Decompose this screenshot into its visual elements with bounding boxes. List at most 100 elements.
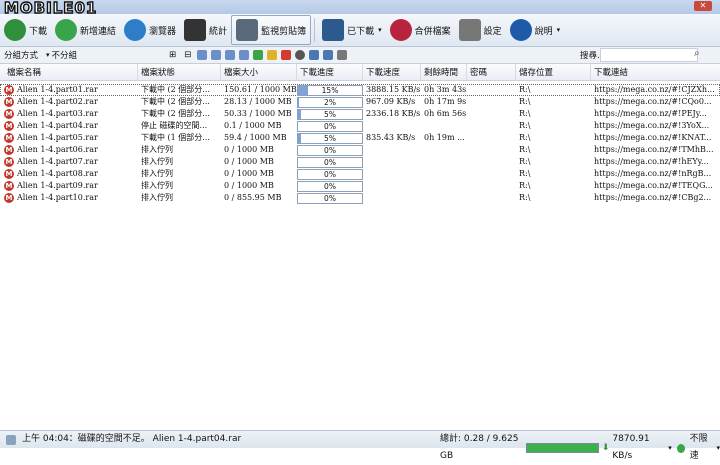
collapse-all-icon[interactable]: ⊟ [184,50,191,60]
column-header[interactable]: 下載連結 [594,67,718,79]
cell-password [470,168,516,180]
progress-text: 0% [324,158,336,167]
search-icon[interactable]: ⌕ [694,48,700,59]
cell-password [470,180,516,192]
table-header: 檔案名稱 檔案狀態 檔案大小 下載進度 下載速度 剩餘時間 密碼 儲存位置 下載連結 [0,64,720,81]
column-divider[interactable] [420,64,421,80]
table-row[interactable]: M Alien 1-4.part10.rar 排入佇列 0 / 855.95 MB 0%… [0,192,720,204]
cell-remaining [424,192,468,204]
expand-all-icon[interactable]: ⊞ [169,50,176,60]
table-row[interactable]: M Alien 1-4.part04.rar 停止 磁碟的空間... 0.1 / 10… [0,120,720,132]
speed-dropdown-icon[interactable]: ▾ [668,440,672,457]
cell-status: 排入佇列 [141,181,173,190]
progress-text: 5% [324,110,336,119]
column-divider[interactable] [590,64,591,80]
table-row[interactable]: M Alien 1-4.part09.rar 排入佇列 0 / 1000 MB 0% R:… [0,180,720,192]
table-row[interactable]: M Alien 1-4.part05.rar 下載中 (1 個部分... 59.4 /… [0,132,720,144]
table-row[interactable]: M Alien 1-4.part01.rar 下載中 (2 個部分... 150.61… [0,84,720,96]
move-up-icon[interactable] [211,50,222,60]
status-bar: 上午 04:04：磁碟的空間不足。 Alien 1-4.part04.rar 總… [0,430,720,461]
cell-password [470,192,516,204]
progress-bar: 0% [297,181,363,192]
clear-icon[interactable] [337,50,348,60]
title-bar: MOBILE01 ✕ [0,0,720,18]
cell-link: https://mega.co.nz/#!CBg2... [594,193,712,202]
table-row[interactable]: M Alien 1-4.part02.rar 下載中 (2 個部分... 28.13 … [0,96,720,108]
toolbar-button-8[interactable]: 設定 [455,16,506,44]
column-header[interactable]: 檔案狀態 [141,67,221,79]
refresh-icon[interactable] [323,50,334,60]
cell-link: https://mega.co.nz/#!KNAT... [594,133,712,142]
toolbar-button-6[interactable]: 已下載 ▾ [318,16,386,44]
dropdown-caret-icon[interactable]: ▾ [557,26,561,34]
mega-file-icon: M [4,85,14,95]
column-header[interactable]: 檔案大小 [224,67,298,79]
limit-dropdown-icon[interactable]: ▾ [716,440,720,457]
toolbar-button-1[interactable]: 下載 [0,16,51,44]
log-icon[interactable] [6,434,16,445]
column-divider[interactable] [220,64,221,80]
cell-name: Alien 1-4.part10.rar [17,193,98,202]
move-down-icon[interactable] [225,50,236,60]
cell-location: R:\ [519,157,531,166]
table-row[interactable]: M Alien 1-4.part03.rar 下載中 (2 個部分... 50.33 … [0,108,720,120]
group-by-dropdown-icon[interactable]: ▾ [46,51,50,59]
column-header[interactable]: 下載進度 [300,67,362,79]
column-header[interactable]: 下載速度 [366,67,422,79]
cell-password [470,108,516,120]
toolbar-button-5[interactable]: 監視剪貼簿 [231,15,312,45]
toolbar-button-7[interactable]: 合併檔案 [386,16,455,44]
cell-remaining: 0h 17m 9s [424,97,467,106]
cell-size: 28.13 / 1000 MB [224,97,292,106]
progress-text: 0% [324,146,336,155]
column-divider[interactable] [515,64,516,80]
toolbar-button-9[interactable]: 說明 ▾ [506,16,565,44]
filter-bar: 分組方式 ▾ 不分組 ⊞ ⊟ 搜尋... ⌕ [0,47,720,64]
table-row[interactable]: M Alien 1-4.part06.rar 排入佇列 0 / 1000 MB 0% R:… [0,144,720,156]
pause-icon[interactable] [267,50,278,60]
progress-bar: 0% [297,121,363,132]
search-input[interactable] [600,48,698,62]
column-divider[interactable] [137,64,138,80]
cell-link: https://mega.co.nz/#!nRgB... [594,169,712,178]
toolbar-button-2[interactable]: 新增連結 [51,16,120,44]
column-header[interactable]: 儲存位置 [519,67,591,79]
cell-location: R:\ [519,193,531,202]
cell-speed: 835.43 KB/s [366,133,416,142]
group-by-label: 分組方式 [4,51,39,61]
progress-bar: 5% [297,109,363,120]
cell-link: https://mega.co.nz/#!3YoX... [594,121,710,130]
stop-icon[interactable] [281,50,292,60]
cell-remaining [424,144,468,156]
mega-file-icon: M [4,169,14,179]
column-header[interactable]: 密碼 [470,67,516,79]
move-bottom-icon[interactable] [239,50,250,60]
cell-speed [366,180,422,192]
cell-status: 下載中 (1 個部分... [141,133,210,142]
cell-location: R:\ [519,97,531,106]
toolbar-button-3[interactable]: 瀏覽器 [120,16,180,44]
column-divider[interactable] [296,64,297,80]
table-row[interactable]: M Alien 1-4.part07.rar 排入佇列 0 / 1000 MB 0% R:… [0,156,720,168]
column-header[interactable]: 檔案名稱 [7,67,139,79]
cell-link: https://mega.co.nz/#!CQo0... [594,97,712,106]
mega-file-icon: M [4,109,14,119]
toolbar-button-4[interactable]: 統計 [180,16,231,44]
column-divider[interactable] [466,64,467,80]
cell-remaining: 0h 19m ... [424,133,465,142]
settings-tools-icon [458,19,481,41]
column-divider[interactable] [362,64,363,80]
column-header[interactable]: 剩餘時間 [424,67,468,79]
schedule-icon[interactable] [295,50,306,60]
total-size: 總計: 0.28 / 9.625 GB [440,434,519,461]
group-by-select[interactable]: 不分組 [52,49,78,61]
table-row[interactable]: M Alien 1-4.part08.rar 排入佇列 0 / 1000 MB 0% R:… [0,168,720,180]
start-icon[interactable] [253,50,264,60]
mega-file-icon: M [4,133,14,143]
dropdown-caret-icon[interactable]: ▾ [378,26,382,34]
speed-limit[interactable]: 不限速 [690,431,714,465]
close-button[interactable]: ✕ [694,1,712,11]
folder-icon[interactable] [309,50,320,60]
move-top-icon[interactable] [197,50,208,60]
cell-name: Alien 1-4.part01.rar [17,85,98,94]
